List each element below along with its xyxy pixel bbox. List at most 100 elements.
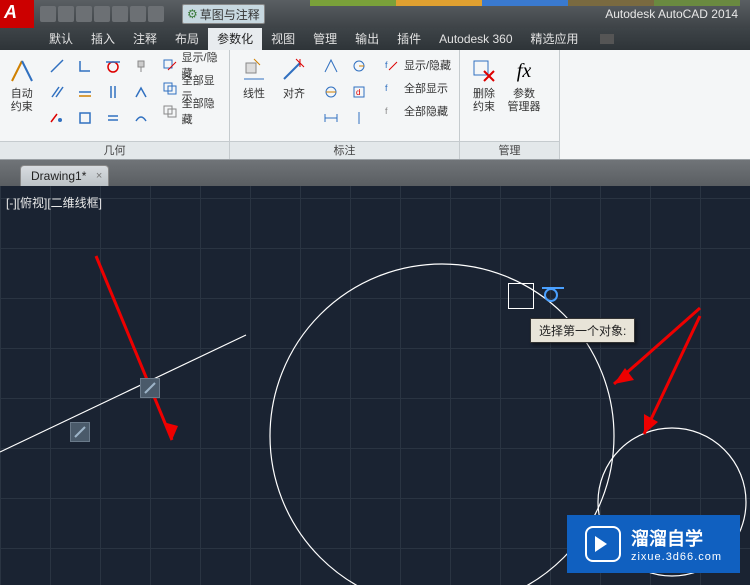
geom-visibility-stack: 显示/隐藏 全部显示 全部隐藏 [158, 54, 225, 122]
panel-manage-title[interactable]: 管理 [460, 141, 559, 159]
smooth-icon[interactable] [130, 106, 152, 130]
svg-text:f: f [385, 60, 388, 70]
param-manager-button[interactable]: fx 参数 管理器 [504, 54, 544, 116]
dim-radius-icon[interactable] [346, 54, 372, 78]
workspace-selector[interactable]: ⚙ 草图与注释 [182, 4, 265, 24]
linear-dim-label: 线性 [243, 88, 265, 101]
equal-icon[interactable] [100, 106, 126, 130]
watermark-brand: 溜溜自学 [631, 525, 722, 551]
play-icon [585, 526, 621, 562]
show-hide-icon [162, 57, 178, 73]
collinear-icon[interactable] [44, 106, 70, 130]
qat-redo-icon[interactable] [148, 6, 164, 22]
auto-constrain-icon [7, 56, 37, 86]
qat-new-icon[interactable] [40, 6, 56, 22]
line-object [0, 335, 246, 452]
gear-icon: ⚙ [187, 7, 198, 21]
file-tab-label: Drawing1* [31, 169, 86, 183]
tab-view[interactable]: 视图 [262, 28, 304, 50]
dim-hide-all-icon: f [382, 103, 400, 119]
vertical-icon[interactable] [100, 80, 126, 104]
qat-saveas-icon[interactable] [94, 6, 110, 22]
show-all-icon [162, 80, 178, 96]
panel-manage: 删除 约束 fx 参数 管理器 管理 [460, 50, 560, 159]
panel-dimension: 线性 对齐 d f显示/隐藏 f全部显示 f全部隐藏 标注 [230, 50, 460, 159]
tab-default[interactable]: 默认 [40, 28, 82, 50]
constraint-marker-1[interactable] [140, 378, 160, 398]
aligned-dim-icon [279, 56, 309, 86]
tab-layout[interactable]: 布局 [166, 28, 208, 50]
tab-overflow-icon[interactable] [600, 34, 614, 44]
qat-save-icon[interactable] [76, 6, 92, 22]
app-title: Autodesk AutoCAD 2014 [605, 7, 738, 21]
dim-hide-all-button[interactable]: f全部隐藏 [378, 100, 455, 122]
aligned-dim-button[interactable]: 对齐 [274, 54, 314, 103]
delete-constraint-icon [469, 56, 499, 86]
hide-all-icon [162, 103, 178, 119]
panel-geometry-title[interactable]: 几何 [0, 141, 229, 159]
file-tab-drawing1[interactable]: Drawing1* × [20, 165, 109, 186]
linear-dim-icon [239, 56, 269, 86]
workspace-label: 草图与注释 [200, 6, 260, 23]
tab-plugin[interactable]: 插件 [388, 28, 430, 50]
coincident-icon[interactable] [44, 54, 70, 78]
file-tab-bar: Drawing1* × [0, 160, 750, 186]
dim-angular-icon[interactable] [318, 54, 344, 78]
panel-dimension-title[interactable]: 标注 [230, 141, 459, 159]
tab-output[interactable]: 输出 [346, 28, 388, 50]
dim-show-hide-button[interactable]: f显示/隐藏 [378, 54, 455, 76]
dim-vert-icon[interactable] [346, 106, 372, 130]
auto-constrain-button[interactable]: 自动 约束 [4, 54, 40, 116]
decorative-stripe [310, 0, 740, 6]
command-tooltip: 选择第一个对象: [530, 318, 635, 343]
qat-open-icon[interactable] [58, 6, 74, 22]
qat-print-icon[interactable] [112, 6, 128, 22]
delete-constraint-button[interactable]: 删除 约束 [464, 54, 504, 116]
panel-geometry: 自动 约束 显示/隐藏 全部显示 全部隐藏 [0, 50, 230, 159]
drawing-canvas[interactable]: [-][俯视][二维线框] 选择第一个对象: 溜溜自学 zixue.3d66.c… [0, 186, 750, 585]
dim-show-all-button[interactable]: f全部显示 [378, 77, 455, 99]
tab-insert[interactable]: 插入 [82, 28, 124, 50]
dim-diameter-icon[interactable] [318, 80, 344, 104]
horizontal-icon[interactable] [72, 80, 98, 104]
pick-cursor [508, 283, 534, 309]
auto-constrain-label: 自动 约束 [11, 88, 33, 114]
ribbon-tabs: 默认 插入 注释 布局 参数化 视图 管理 输出 插件 Autodesk 360… [0, 28, 750, 50]
tab-a360[interactable]: Autodesk 360 [430, 28, 521, 50]
annotation-arrow-1 [96, 256, 172, 440]
title-bar: ⚙ 草图与注释 Autodesk AutoCAD 2014 [0, 0, 750, 28]
watermark-url: zixue.3d66.com [631, 551, 722, 563]
fx-icon: fx [509, 56, 539, 86]
fix-icon[interactable] [130, 54, 152, 78]
constraint-grid [44, 54, 126, 130]
dim-convert-icon[interactable]: d [346, 80, 372, 104]
param-manager-label: 参数 管理器 [508, 88, 541, 114]
constraint-marker-2[interactable] [70, 422, 90, 442]
symmetric-icon[interactable] [130, 80, 152, 104]
svg-text:d: d [356, 88, 360, 97]
concentric-icon[interactable] [72, 106, 98, 130]
tab-featured[interactable]: 精选应用 [522, 28, 588, 50]
dim-horiz-icon[interactable] [318, 106, 344, 130]
close-tab-icon[interactable]: × [96, 170, 102, 182]
tangent-icon[interactable] [100, 54, 126, 78]
ribbon: 自动 约束 显示/隐藏 全部显示 全部隐藏 [0, 50, 750, 160]
dim-grid: d [318, 54, 372, 130]
linear-dim-button[interactable]: 线性 [234, 54, 274, 103]
dim-show-all-icon: f [382, 80, 400, 96]
geom-hide-all-button[interactable]: 全部隐藏 [158, 100, 225, 122]
watermark-badge: 溜溜自学 zixue.3d66.com [567, 515, 740, 573]
app-logo[interactable] [0, 0, 34, 28]
perpendicular-icon[interactable] [72, 54, 98, 78]
tab-manage[interactable]: 管理 [304, 28, 346, 50]
quick-access-toolbar [40, 6, 164, 22]
dim-show-hide-icon: f [382, 57, 400, 73]
tab-parametric[interactable]: 参数化 [208, 28, 262, 50]
aligned-dim-label: 对齐 [283, 88, 305, 101]
parallel-icon[interactable] [44, 80, 70, 104]
qat-undo-icon[interactable] [130, 6, 146, 22]
tab-annotate[interactable]: 注释 [124, 28, 166, 50]
dim-visibility-stack: f显示/隐藏 f全部显示 f全部隐藏 [378, 54, 455, 122]
svg-text:f: f [385, 106, 388, 116]
large-circle-object [270, 264, 614, 585]
